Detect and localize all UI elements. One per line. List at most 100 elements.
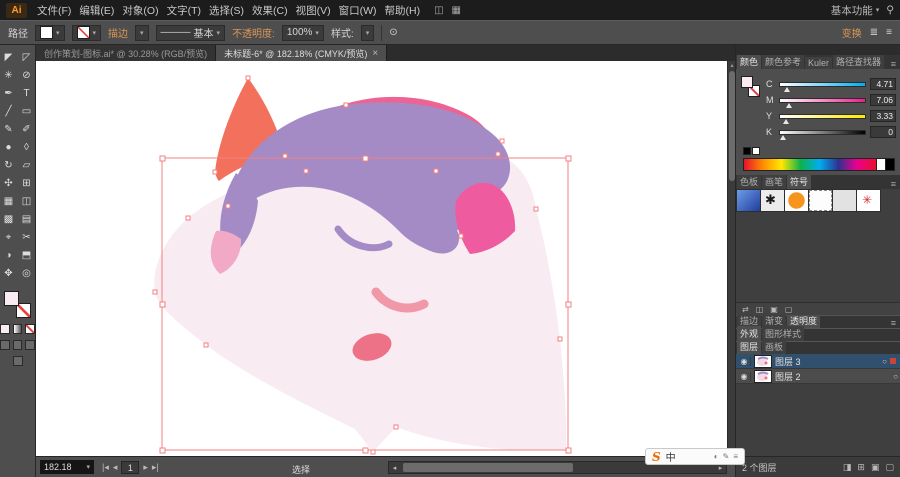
- panel-menu-icon[interactable]: ≡: [888, 179, 899, 189]
- flag-symbol[interactable]: [737, 190, 760, 211]
- rotate-tool[interactable]: ↻: [1, 156, 17, 174]
- zoom-level-dropdown[interactable]: 182.18 ▾: [40, 460, 94, 474]
- next-artboard-icon[interactable]: ▸: [143, 462, 148, 473]
- anchor-point[interactable]: [343, 102, 349, 108]
- anchor-point[interactable]: [495, 151, 501, 157]
- menu-file[interactable]: 文件(F): [33, 1, 75, 20]
- artboard-tool[interactable]: ⬒: [19, 246, 35, 264]
- pencil-tool[interactable]: ✎: [1, 120, 17, 138]
- color-mode-button[interactable]: [0, 324, 10, 334]
- last-artboard-icon[interactable]: ▸|: [152, 462, 159, 473]
- artboard-number-field[interactable]: 1: [121, 460, 140, 474]
- yellow-slider[interactable]: [779, 113, 866, 124]
- visibility-eye-icon[interactable]: ◉: [738, 371, 751, 381]
- anchor-point[interactable]: [499, 138, 505, 144]
- delete-symbol-icon[interactable]: ▢: [785, 305, 793, 314]
- gradient-mode-button[interactable]: [12, 324, 23, 334]
- anchor-point[interactable]: [303, 168, 309, 174]
- target-icon[interactable]: ○: [882, 357, 887, 366]
- orange-symbol[interactable]: [785, 190, 808, 211]
- make-mask-icon[interactable]: ◨: [843, 462, 852, 473]
- fill-stroke-indicator[interactable]: [741, 76, 761, 100]
- anchor-point[interactable]: [212, 169, 218, 175]
- scroll-left-icon[interactable]: ◂: [389, 463, 400, 473]
- recolor-artwork-icon[interactable]: ⊙: [389, 27, 397, 38]
- fill-stroke-control[interactable]: [4, 291, 31, 318]
- search-icon[interactable]: ⚲: [886, 4, 894, 16]
- black-swatch[interactable]: [743, 147, 751, 155]
- selection-tool[interactable]: ◤: [1, 48, 17, 66]
- selection-handle[interactable]: [362, 447, 369, 454]
- symbol-libraries-icon[interactable]: ⇄: [742, 305, 749, 314]
- delete-layer-icon[interactable]: ▢: [885, 462, 894, 473]
- anchor-point[interactable]: [152, 289, 158, 295]
- selection-handle[interactable]: [565, 155, 572, 162]
- layer-row-3[interactable]: ◉ 图层 3 ○: [736, 354, 900, 369]
- tab-artboards[interactable]: 画板: [762, 339, 787, 354]
- selection-handle[interactable]: [362, 155, 369, 162]
- document-tab-1[interactable]: 创作策划-图标.ai* @ 30.28% (RGB/预览): [36, 45, 217, 61]
- ime-mode-label[interactable]: 中: [666, 449, 676, 464]
- eraser-tool[interactable]: ◊: [19, 138, 35, 156]
- layer-row-2[interactable]: ◉ 图层 2 ○: [736, 369, 900, 384]
- vertical-scrollbar[interactable]: ▴ ▾: [727, 61, 735, 456]
- zoom-tool[interactable]: ◎: [19, 264, 35, 282]
- lasso-tool[interactable]: ⊘: [19, 66, 35, 84]
- free-transform-tool[interactable]: ⊞: [19, 174, 35, 192]
- magenta-value-field[interactable]: 7.06: [870, 94, 896, 106]
- black-value-field[interactable]: 0: [870, 126, 896, 138]
- cyan-value-field[interactable]: 4.71: [870, 78, 896, 90]
- slider-thumb[interactable]: [780, 134, 786, 140]
- width-profile-dropdown[interactable]: ——— 基本 ▾: [155, 24, 226, 41]
- flower-symbol[interactable]: [857, 190, 880, 211]
- tab-swatches[interactable]: 色板: [737, 175, 762, 189]
- selection-handle[interactable]: [159, 301, 166, 308]
- fill-swatch[interactable]: [741, 76, 753, 88]
- close-icon[interactable]: ×: [372, 48, 378, 59]
- style-dropdown[interactable]: ▾: [360, 24, 375, 41]
- ime-logo[interactable]: S: [652, 450, 661, 464]
- prev-artboard-icon[interactable]: ◂: [113, 462, 118, 473]
- black-slider[interactable]: [779, 129, 866, 140]
- eyedropper-tool[interactable]: ⌖: [1, 228, 17, 246]
- selection-handle[interactable]: [159, 447, 166, 454]
- magic-wand-tool[interactable]: ✳: [1, 66, 17, 84]
- menu-select[interactable]: 选择(S): [205, 1, 248, 20]
- grid-icon[interactable]: ▦: [452, 5, 461, 16]
- cyan-slider[interactable]: [779, 81, 866, 92]
- menu-icon[interactable]: ≡: [733, 452, 738, 461]
- direct-selection-tool[interactable]: ◸: [19, 48, 35, 66]
- pen-icon[interactable]: ✎: [723, 452, 730, 461]
- yellow-value-field[interactable]: 3.33: [870, 110, 896, 122]
- visibility-eye-icon[interactable]: ◉: [738, 356, 751, 366]
- spectrum-rainbow[interactable]: [743, 158, 877, 171]
- workspace-switcher[interactable]: 基本功能 ▾: [831, 3, 880, 18]
- panel-menu-icon[interactable]: ≡: [888, 318, 899, 328]
- scale-tool[interactable]: ▱: [19, 156, 35, 174]
- anchor-point[interactable]: [557, 336, 563, 342]
- menu-help[interactable]: 帮助(H): [381, 1, 425, 20]
- slider-thumb[interactable]: [784, 86, 791, 92]
- splat-symbol[interactable]: [761, 190, 784, 211]
- opacity-dropdown[interactable]: 100% ▾: [281, 24, 324, 41]
- anchor-point[interactable]: [458, 233, 464, 239]
- shape-builder-tool[interactable]: ▦: [1, 192, 17, 210]
- white-swatch[interactable]: [752, 147, 760, 155]
- document-tab-2[interactable]: 未标题-6* @ 182.18% (CMYK/预览) ×: [216, 45, 388, 61]
- tab-brushes[interactable]: 画笔: [762, 175, 787, 189]
- new-layer-icon[interactable]: ▣: [871, 462, 880, 473]
- app-logo[interactable]: Ai: [6, 2, 27, 18]
- slider-thumb[interactable]: [785, 102, 792, 108]
- artboard-canvas[interactable]: [36, 61, 727, 456]
- tab-color-guide[interactable]: 颜色参考: [762, 55, 805, 69]
- halfwidth-icon[interactable]: ◐: [714, 452, 719, 461]
- none-mode-button[interactable]: [25, 324, 36, 334]
- anchor-point[interactable]: [393, 424, 399, 430]
- target-icon[interactable]: ○: [893, 372, 898, 381]
- color-spectrum-bar[interactable]: [736, 157, 900, 175]
- tab-kuler[interactable]: Kuler: [805, 57, 833, 69]
- stroke-link[interactable]: 描边: [108, 25, 128, 40]
- anchor-point[interactable]: [282, 153, 288, 159]
- tab-color[interactable]: 颜色: [737, 55, 762, 69]
- draw-behind-button[interactable]: [12, 340, 23, 350]
